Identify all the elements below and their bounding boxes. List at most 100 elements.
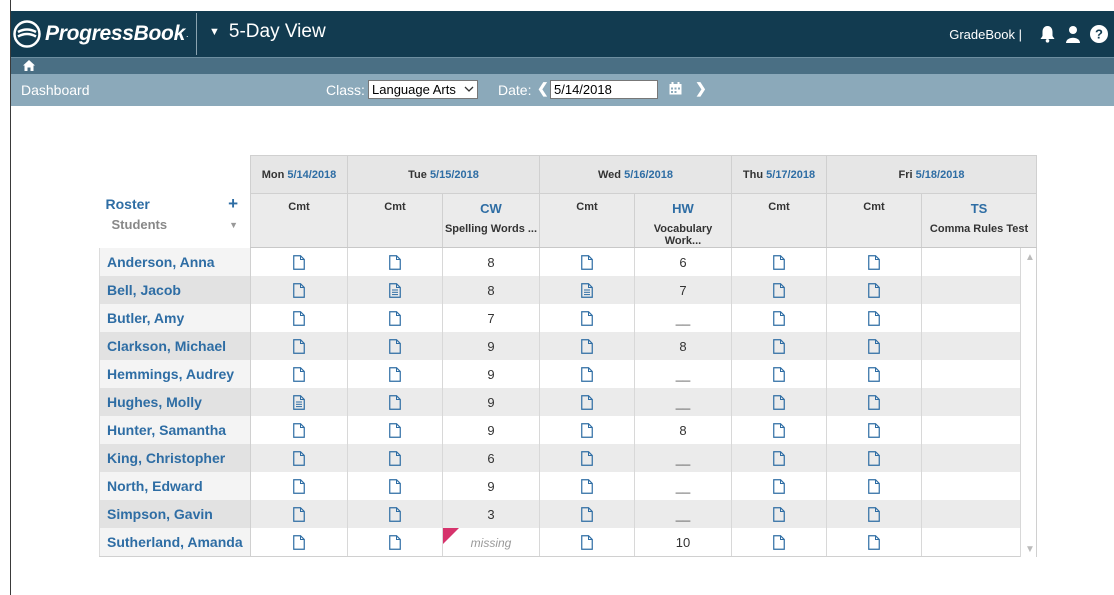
- comment-cell[interactable]: [731, 304, 827, 332]
- comment-cell[interactable]: [250, 247, 348, 276]
- hw-score-cell[interactable]: 6: [634, 247, 732, 276]
- comment-cell[interactable]: [539, 416, 635, 444]
- cw-score-cell[interactable]: 8: [442, 247, 540, 276]
- calendar-icon[interactable]: [669, 82, 682, 95]
- student-name[interactable]: Sutherland, Amanda: [99, 528, 251, 557]
- ts-score-cell[interactable]: [921, 247, 1021, 276]
- hw-score-cell[interactable]: __: [634, 500, 732, 528]
- view-selector[interactable]: ▼ 5-Day View: [209, 21, 326, 43]
- comment-cell[interactable]: [347, 528, 443, 557]
- comment-cell[interactable]: [731, 500, 827, 528]
- home-icon[interactable]: [23, 60, 35, 71]
- ts-score-cell[interactable]: [921, 332, 1021, 360]
- comment-cell[interactable]: [250, 388, 348, 416]
- comment-cell[interactable]: [250, 528, 348, 557]
- class-select[interactable]: Language Arts: [368, 80, 478, 99]
- comment-cell[interactable]: [826, 500, 922, 528]
- comment-cell[interactable]: [731, 247, 827, 276]
- comment-cell[interactable]: [347, 276, 443, 304]
- hw-score-cell[interactable]: 8: [634, 416, 732, 444]
- ts-score-cell[interactable]: [921, 388, 1021, 416]
- dashboard-link[interactable]: Dashboard: [21, 82, 90, 98]
- student-name[interactable]: Hunter, Samantha: [99, 416, 251, 444]
- comment-cell[interactable]: [731, 416, 827, 444]
- user-icon[interactable]: [1062, 23, 1084, 45]
- help-icon[interactable]: ?: [1088, 23, 1110, 45]
- comment-cell[interactable]: [250, 472, 348, 500]
- comment-cell[interactable]: [539, 332, 635, 360]
- comment-cell[interactable]: [347, 360, 443, 388]
- comment-cell[interactable]: [347, 304, 443, 332]
- cw-score-cell[interactable]: 7: [442, 304, 540, 332]
- comment-cell[interactable]: [539, 472, 635, 500]
- ts-score-cell[interactable]: [921, 276, 1021, 304]
- grid-scrollbar[interactable]: ▲ ▼: [1019, 247, 1038, 557]
- hw-score-cell[interactable]: __: [634, 472, 732, 500]
- comment-cell[interactable]: [731, 472, 827, 500]
- column-header-cw[interactable]: CW Spelling Words ...: [442, 193, 540, 248]
- scroll-down-icon[interactable]: ▼: [1025, 544, 1035, 555]
- hw-score-cell[interactable]: __: [634, 388, 732, 416]
- comment-cell[interactable]: [731, 444, 827, 472]
- comment-cell[interactable]: [250, 276, 348, 304]
- ts-score-cell[interactable]: [921, 528, 1021, 557]
- comment-cell[interactable]: [826, 360, 922, 388]
- roster-title[interactable]: Roster: [106, 196, 150, 212]
- ts-score-cell[interactable]: [921, 304, 1021, 332]
- student-name[interactable]: Hughes, Molly: [99, 388, 251, 416]
- date-input[interactable]: [550, 80, 658, 99]
- comment-cell[interactable]: [731, 528, 827, 557]
- comment-cell[interactable]: [539, 528, 635, 557]
- column-header-hw[interactable]: HW Vocabulary Work...: [634, 193, 732, 248]
- student-name[interactable]: Bell, Jacob: [99, 276, 251, 304]
- students-filter[interactable]: Students: [112, 217, 168, 232]
- column-header-ts[interactable]: TS Comma Rules Test: [920, 193, 1038, 248]
- comment-cell[interactable]: [539, 500, 635, 528]
- comment-cell[interactable]: [347, 332, 443, 360]
- comment-cell[interactable]: [826, 416, 922, 444]
- next-date-chevron-icon[interactable]: ❯: [695, 80, 707, 97]
- comment-cell[interactable]: [250, 332, 348, 360]
- comment-cell[interactable]: [826, 304, 922, 332]
- comment-cell[interactable]: [731, 360, 827, 388]
- comment-cell[interactable]: [731, 276, 827, 304]
- cw-score-cell[interactable]: 9: [442, 360, 540, 388]
- ts-score-cell[interactable]: [921, 360, 1021, 388]
- comment-cell[interactable]: [539, 360, 635, 388]
- student-name[interactable]: Simpson, Gavin: [99, 500, 251, 528]
- ts-score-cell[interactable]: [921, 500, 1021, 528]
- cw-score-cell[interactable]: 6: [442, 444, 540, 472]
- comment-cell[interactable]: [347, 247, 443, 276]
- cw-score-cell[interactable]: 9: [442, 332, 540, 360]
- add-student-icon[interactable]: +: [228, 194, 238, 214]
- comment-cell[interactable]: [347, 388, 443, 416]
- student-name[interactable]: Anderson, Anna: [99, 247, 251, 276]
- comment-cell[interactable]: [826, 528, 922, 557]
- hw-score-cell[interactable]: 7: [634, 276, 732, 304]
- comment-cell[interactable]: [539, 444, 635, 472]
- hw-score-cell[interactable]: __: [634, 444, 732, 472]
- comment-cell[interactable]: [826, 247, 922, 276]
- comment-cell[interactable]: [250, 304, 348, 332]
- hw-score-cell[interactable]: 10: [634, 528, 732, 557]
- cw-score-cell[interactable]: missing: [442, 528, 540, 557]
- comment-cell[interactable]: [347, 444, 443, 472]
- hw-score-cell[interactable]: __: [634, 304, 732, 332]
- comment-cell[interactable]: [731, 332, 827, 360]
- student-name[interactable]: Butler, Amy: [99, 304, 251, 332]
- comment-cell[interactable]: [250, 360, 348, 388]
- brand-logo[interactable]: ProgressBook.: [13, 19, 188, 49]
- comment-cell[interactable]: [826, 444, 922, 472]
- comment-cell[interactable]: [347, 472, 443, 500]
- comment-cell[interactable]: [539, 247, 635, 276]
- comment-cell[interactable]: [539, 276, 635, 304]
- comment-cell[interactable]: [539, 304, 635, 332]
- hw-score-cell[interactable]: __: [634, 360, 732, 388]
- student-name[interactable]: King, Christopher: [99, 444, 251, 472]
- chevron-down-icon[interactable]: ▼: [229, 220, 238, 230]
- comment-cell[interactable]: [826, 472, 922, 500]
- comment-cell[interactable]: [250, 416, 348, 444]
- comment-cell[interactable]: [826, 276, 922, 304]
- cw-score-cell[interactable]: 8: [442, 276, 540, 304]
- comment-cell[interactable]: [250, 500, 348, 528]
